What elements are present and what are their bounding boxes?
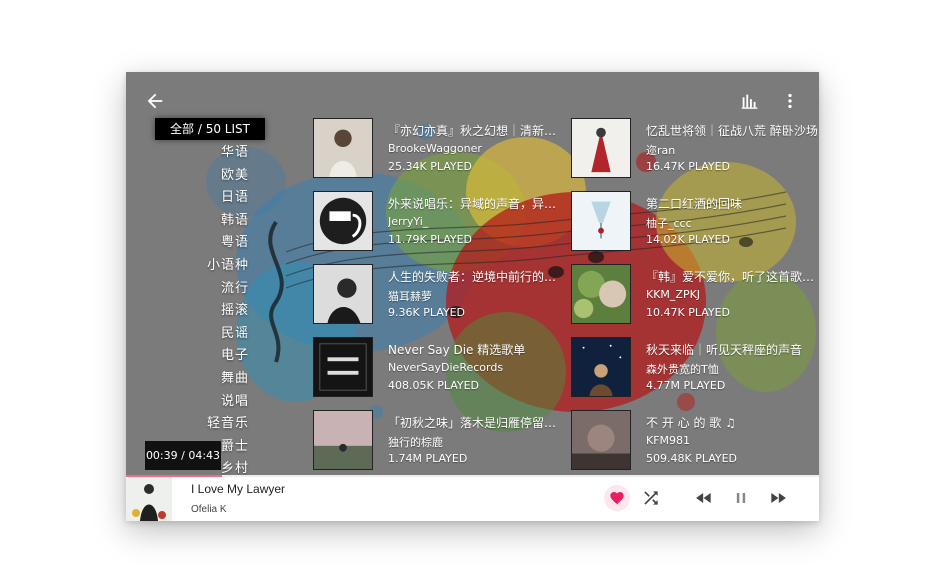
playlist-card[interactable]: 人生的失败者：逆境中前行的力量 猫耳赫萝 9.36K PLAYED [313, 264, 563, 328]
rewind-button[interactable] [694, 488, 714, 508]
playlist-author: JerryYi_ [388, 215, 429, 228]
playlist-title: 外来说唱乐：异域的声音，异域的态度 [388, 197, 563, 211]
pause-icon [736, 493, 746, 503]
playlist-card[interactable]: 不 开 心 的 歌 ♫ KFM981 509.48K PLAYED [571, 410, 819, 474]
category-item[interactable]: 小语种 [207, 255, 249, 278]
playlist-play-count: 9.36K PLAYED [388, 306, 466, 319]
playlist-card[interactable]: Never Say Die 精选歌单 NeverSayDieRecords 40… [313, 337, 563, 401]
playlist-title: 不 开 心 的 歌 ♫ [646, 416, 736, 430]
playlist-author: 独行的棕鹿 [388, 436, 443, 449]
shuffle-button[interactable] [641, 488, 661, 508]
playlist-card[interactable]: 『韩』爱不爱你，听了这首歌就知道 KKM_ZPKJ 10.47K PLAYED [571, 264, 819, 328]
playlist-title: 「初秋之味」落木是归雁停留的地方 [388, 416, 563, 430]
progress-bar[interactable] [126, 475, 819, 477]
fast-forward-button[interactable] [768, 488, 788, 508]
playlist-card[interactable]: 第二口红酒的回味 柚子_ccc 14.02K PLAYED [571, 191, 819, 255]
now-playing-artist: Ofelia K [191, 504, 227, 515]
playlist-title: 忆乱世将领｜征战八荒 醉卧沙场 [646, 124, 818, 138]
now-playing-cover [126, 477, 172, 521]
category-item[interactable]: 流行 [207, 278, 249, 301]
playlist-title: 『亦幻亦真』秋之幻想｜清新之境 [388, 124, 563, 138]
category-all-button[interactable]: 全部 / 50 LIST [155, 118, 265, 140]
now-playing-title: I Love My Lawyer [191, 482, 286, 496]
category-item[interactable]: 日语 [207, 187, 249, 210]
playlist-cover [571, 118, 631, 178]
stats-button[interactable] [739, 90, 761, 112]
category-item[interactable]: 华语 [207, 142, 249, 165]
playlist-cover [571, 410, 631, 470]
back-button[interactable] [144, 90, 166, 112]
shuffle-icon [644, 491, 658, 505]
playlist-title: 『韩』爱不爱你，听了这首歌就知道 [646, 270, 819, 284]
category-list: 华语 欧美 日语 韩语 粤语 小语种 流行 摇滚 民谣 电子 舞曲 说唱 轻音乐… [207, 142, 249, 481]
category-item[interactable]: 民谣 [207, 323, 249, 346]
more-options-button[interactable] [779, 90, 801, 112]
playlist-play-count: 16.47K PLAYED [646, 160, 731, 173]
playlist-play-count: 408.05K PLAYED [388, 379, 480, 392]
playlist-card[interactable]: 秋天来临｜听见天秤座的声音 森外贵宽的T恤 4.77M PLAYED [571, 337, 819, 401]
playlist-author: 迩ran [646, 144, 676, 157]
playlist-author: BrookeWaggoner [388, 142, 482, 155]
category-item[interactable]: 欧美 [207, 165, 249, 188]
playlist-cover [571, 191, 631, 251]
playback-time: 00:39 / 04:43 [145, 441, 221, 470]
arrow-left-icon [147, 93, 163, 109]
playlist-card[interactable]: 外来说唱乐：异域的声音，异域的态度 JerryYi_ 11.79K PLAYED [313, 191, 563, 255]
category-item[interactable]: 舞曲 [207, 368, 249, 391]
playlist-play-count: 509.48K PLAYED [646, 452, 738, 465]
player-bar: I Love My Lawyer Ofelia K [126, 475, 819, 521]
playlist-title: 人生的失败者：逆境中前行的力量 [388, 270, 563, 284]
category-item[interactable]: 轻音乐 [207, 413, 249, 436]
playlist-play-count: 4.77M PLAYED [646, 379, 726, 392]
playlist-cover [571, 337, 631, 397]
playlist-card[interactable]: 忆乱世将领｜征战八荒 醉卧沙场 迩ran 16.47K PLAYED [571, 118, 819, 182]
playlist-author: KKM_ZPKJ [646, 288, 701, 301]
playlist-title: 秋天来临｜听见天秤座的声音 [646, 343, 803, 357]
playlist-play-count: 11.79K PLAYED [388, 233, 473, 246]
playlist-cover [313, 191, 373, 251]
playlist-title: 第二口红酒的回味 [646, 197, 743, 211]
category-item[interactable]: 电子 [207, 345, 249, 368]
playlist-author: KFM981 [646, 434, 691, 447]
playlist-cover [313, 118, 373, 178]
playlist-play-count: 10.47K PLAYED [646, 306, 731, 319]
playlist-title: Never Say Die 精选歌单 [388, 343, 526, 357]
rewind-icon [696, 493, 711, 503]
playlist-play-count: 1.74M PLAYED [388, 452, 468, 465]
playlist-cover [313, 410, 373, 470]
category-item[interactable]: 韩语 [207, 210, 249, 233]
bar-chart-icon [741, 94, 758, 109]
pause-button[interactable] [731, 488, 751, 508]
playlist-cover [313, 264, 373, 324]
playlist-play-count: 25.34K PLAYED [388, 160, 473, 173]
like-button[interactable] [604, 485, 630, 511]
playlist-card[interactable]: 「初秋之味」落木是归雁停留的地方 独行的棕鹿 1.74M PLAYED [313, 410, 563, 474]
category-item[interactable]: 粤语 [207, 232, 249, 255]
category-item[interactable]: 摇滚 [207, 300, 249, 323]
heart-icon [610, 492, 624, 505]
category-sidebar: 全部 / 50 LIST 华语 欧美 日语 韩语 粤语 小语种 流行 摇滚 民谣… [126, 118, 266, 476]
playlist-play-count: 14.02K PLAYED [646, 233, 731, 246]
category-item[interactable]: 说唱 [207, 391, 249, 414]
playlist-author: NeverSayDieRecords [388, 361, 504, 374]
music-app-window: 全部 / 50 LIST 华语 欧美 日语 韩语 粤语 小语种 流行 摇滚 民谣… [126, 72, 819, 521]
playlist-author: 森外贵宽的T恤 [646, 363, 719, 376]
playlist-card[interactable]: 『亦幻亦真』秋之幻想｜清新之境 BrookeWaggoner 25.34K PL… [313, 118, 563, 182]
playlist-author: 猫耳赫萝 [388, 290, 432, 303]
more-vertical-icon [788, 93, 792, 109]
playlist-author: 柚子_ccc [646, 217, 692, 230]
playlist-cover [313, 337, 373, 397]
playlist-cover [571, 264, 631, 324]
fast-forward-icon [771, 493, 786, 503]
